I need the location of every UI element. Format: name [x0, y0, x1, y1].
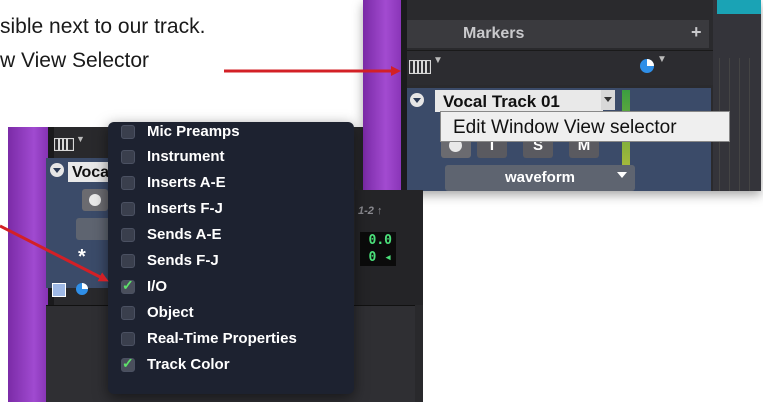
markers-ruler: [407, 20, 709, 48]
menu-item-real-time-properties[interactable]: Real-Time Properties: [108, 327, 354, 353]
instruction-text: sible next to our track. w View Selector: [0, 10, 205, 78]
menu-item-label: Mic Preamps: [147, 123, 240, 140]
record-button[interactable]: [82, 189, 108, 211]
menu-item-sends-a-e[interactable]: Sends A-E: [108, 223, 354, 249]
menu-item-track-color[interactable]: Track Color: [108, 353, 354, 379]
menu-item-label: Inserts A-E: [147, 174, 226, 191]
view-selector-icon[interactable]: [54, 138, 74, 151]
automation-icon[interactable]: [52, 283, 66, 297]
track-view-selector[interactable]: waveform: [445, 165, 635, 191]
checkbox-icon[interactable]: [121, 254, 135, 268]
menu-item-sends-f-j[interactable]: Sends F-J: [108, 249, 354, 275]
view-selector-row: [407, 50, 713, 85]
menu-item-object[interactable]: Object: [108, 301, 354, 327]
menu-item-inserts-a-e[interactable]: Inserts A-E: [108, 171, 354, 197]
menu-item-label: Track Color: [147, 356, 230, 373]
track-color-indicator-icon[interactable]: [639, 58, 655, 74]
view-selector-icon[interactable]: [409, 60, 431, 74]
checkbox-icon[interactable]: [121, 228, 135, 242]
collapse-icon[interactable]: [410, 93, 424, 107]
menu-item-label: Inserts F-J: [147, 200, 223, 217]
chevron-down-icon[interactable]: ▼: [657, 54, 667, 65]
clip-region: [363, 0, 401, 191]
track-name-dropdown[interactable]: [601, 90, 615, 110]
instruction-line-2: w View Selector: [0, 49, 150, 72]
menu-item-label: Instrument: [147, 148, 225, 165]
checkbox-icon[interactable]: [121, 125, 135, 139]
menu-item-label: Sends F-J: [147, 252, 219, 269]
menu-item-label: I/O: [147, 278, 168, 295]
checkbox-checked-icon[interactable]: [121, 355, 135, 372]
menu-item-label: Real-Time Properties: [147, 330, 297, 347]
volume-readout[interactable]: 0.0: [360, 232, 396, 249]
timeline-selection: [717, 0, 761, 14]
menu-item-label: Sends A-E: [147, 226, 222, 243]
chevron-down-icon: [617, 172, 627, 178]
checkbox-icon[interactable]: [121, 150, 135, 164]
checkbox-icon[interactable]: [121, 332, 135, 346]
instruction-line-1: sible next to our track.: [0, 15, 206, 38]
menu-item-label: Object: [147, 304, 194, 321]
checkbox-icon[interactable]: [121, 176, 135, 190]
track-color-indicator-icon[interactable]: [75, 282, 89, 296]
menu-item-io[interactable]: I/O: [108, 275, 354, 301]
menu-item-inserts-f-j[interactable]: Inserts F-J: [108, 197, 354, 223]
timeline-ruler[interactable]: [713, 0, 761, 191]
menu-item-mic-preamps[interactable]: Mic Preamps: [108, 122, 354, 146]
tooltip: Edit Window View selector: [440, 111, 730, 142]
track-name-field[interactable]: Vocal Track 01: [435, 90, 603, 112]
pan-readout[interactable]: 0 ◂: [360, 249, 396, 266]
markers-label: Markers: [463, 25, 525, 42]
menu-item-instrument[interactable]: Instrument: [108, 145, 354, 171]
star-icon[interactable]: *: [78, 246, 86, 269]
checkbox-icon[interactable]: [121, 306, 135, 320]
io-label: 1-2 ↑: [358, 205, 383, 217]
collapse-icon[interactable]: [50, 163, 64, 177]
checkbox-checked-icon[interactable]: [121, 277, 135, 294]
checkbox-icon[interactable]: [121, 202, 135, 216]
view-options-menu: Mic Preamps Instrument Inserts A-E Inser…: [108, 122, 354, 394]
clip-region: [8, 127, 48, 402]
add-marker-button[interactable]: +: [691, 22, 702, 43]
chevron-down-icon[interactable]: ▼: [76, 134, 85, 144]
chevron-down-icon[interactable]: ▼: [433, 55, 443, 66]
